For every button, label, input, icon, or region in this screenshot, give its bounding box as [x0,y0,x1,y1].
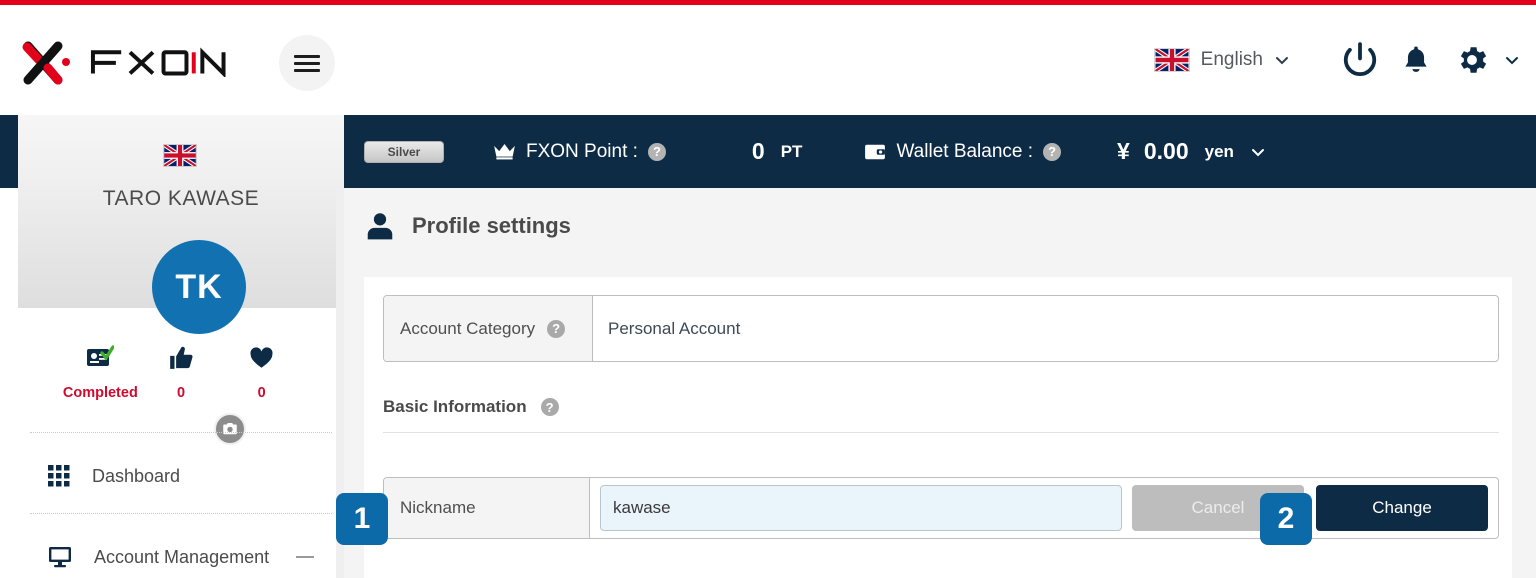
settings-menu-button[interactable] [1444,32,1520,88]
wallet-currency-symbol: ¥ [1117,138,1130,164]
power-button[interactable] [1332,32,1388,88]
account-category-key: Account Category ? [384,296,593,361]
stat-likes-label: 0 [176,385,186,401]
header-actions: English [1153,5,1520,115]
uk-flag-icon [163,144,197,167]
wallet-icon [865,144,886,159]
wallet-balance-metric: Wallet Balance : ? [864,140,1062,163]
uk-flag-icon [1153,48,1190,72]
camera-icon [223,423,237,435]
chevron-down-icon [1506,57,1518,65]
sidebar-user-name: TARO KAWASE [102,187,260,210]
hamburger-menu-button[interactable] [279,35,335,91]
fxon-logo[interactable] [18,38,240,86]
sidebar-item-account-management[interactable]: Account Management [18,529,344,578]
step-badge-2: 2 [1260,493,1312,545]
fxon-point-unit: PT [780,141,803,161]
language-label: English [1200,49,1263,70]
hamburger-menu-icon [294,51,320,76]
help-icon[interactable]: ? [647,142,666,161]
nickname-input-wrap [590,478,1132,538]
fxon-point-value-group: 0 PT [752,138,803,165]
fxon-point-value: 0 [751,138,765,164]
profile-settings-card: Account Category ? Personal Account Basi… [364,277,1512,578]
stat-favorites-label: 0 [257,385,266,401]
id-card-verified-icon [87,345,115,366]
page-header: Profile settings [364,210,571,242]
sidebar: TARO KAWASE TK Completed 0 0 Dashboard A… [18,115,344,578]
app-root: English TARO KAWASE TK Completed 0 0 Das… [0,0,1536,578]
section-divider [383,432,1499,433]
sidebar-divider [30,513,332,514]
nickname-input[interactable] [600,485,1122,531]
bell-icon [1405,46,1427,72]
account-category-row: Account Category ? Personal Account [383,295,1499,362]
avatar[interactable]: TK [152,240,246,334]
fxon-logo-mark [22,41,70,85]
wallet-balance-value: 0.00 [1143,138,1189,164]
heart-icon [250,347,273,368]
step-badge-1: 1 [336,493,388,545]
person-icon [367,213,393,240]
sidebar-stats: Completed 0 0 [18,345,344,401]
sidebar-accent-strip [0,115,18,188]
sidebar-item-dashboard[interactable]: Dashboard [18,448,344,504]
avatar-upload-button[interactable] [214,413,246,445]
change-button[interactable]: Change [1316,485,1488,531]
main-right-gutter [1512,188,1536,578]
fxon-logo-wordmark [90,47,226,77]
monitor-icon [49,547,71,568]
nickname-actions: Cancel Change [1132,478,1498,538]
thumbs-up-icon [170,346,193,369]
crown-icon [494,143,515,160]
fxon-point-metric: FXON Point : ? [493,141,666,163]
nickname-row: Nickname Cancel Change [383,477,1499,539]
main-content: Profile settings Account Category ? Pers… [344,188,1536,578]
chevron-down-icon [1276,57,1288,65]
notifications-button[interactable] [1388,32,1444,88]
rank-badge: Silver [364,140,444,163]
account-status-bar: Silver FXON Point : ? 0 PT Wallet Balanc… [344,115,1536,188]
sidebar-item-account-management-label: Account Management [94,546,270,567]
sidebar-divider [30,432,332,433]
fxon-point-label: FXON Point : [526,140,638,162]
nickname-label: Nickname [384,478,590,538]
page-title: Profile settings [412,213,571,238]
gear-icon [1460,47,1487,73]
wallet-balance-unit: yen [1204,141,1234,161]
wallet-balance-label: Wallet Balance : [896,140,1034,162]
help-icon[interactable]: ? [1043,142,1062,161]
account-category-label: Account Category [400,318,536,338]
stat-likes[interactable]: 0 [141,345,222,401]
help-icon[interactable]: ? [547,319,566,338]
basic-information-title: Basic Information [383,397,527,416]
collapse-minus-icon[interactable] [296,556,314,558]
stat-favorites[interactable]: 0 [221,345,302,401]
stat-verification-label: Completed [62,385,138,401]
wallet-balance-value-group[interactable]: ¥ 0.00 yen [1117,138,1266,165]
account-category-value: Personal Account [608,318,741,338]
sidebar-item-dashboard-label: Dashboard [92,465,181,486]
grid-icon [48,465,70,487]
app-header: English [0,5,1536,115]
help-icon[interactable]: ? [540,398,559,416]
power-icon [1343,42,1377,77]
language-selector[interactable]: English [1153,48,1290,72]
basic-information-header: Basic Information ? [383,397,1499,417]
chevron-down-icon[interactable] [1250,144,1266,160]
stat-verification[interactable]: Completed [60,345,141,401]
settings-button[interactable] [1444,32,1500,88]
